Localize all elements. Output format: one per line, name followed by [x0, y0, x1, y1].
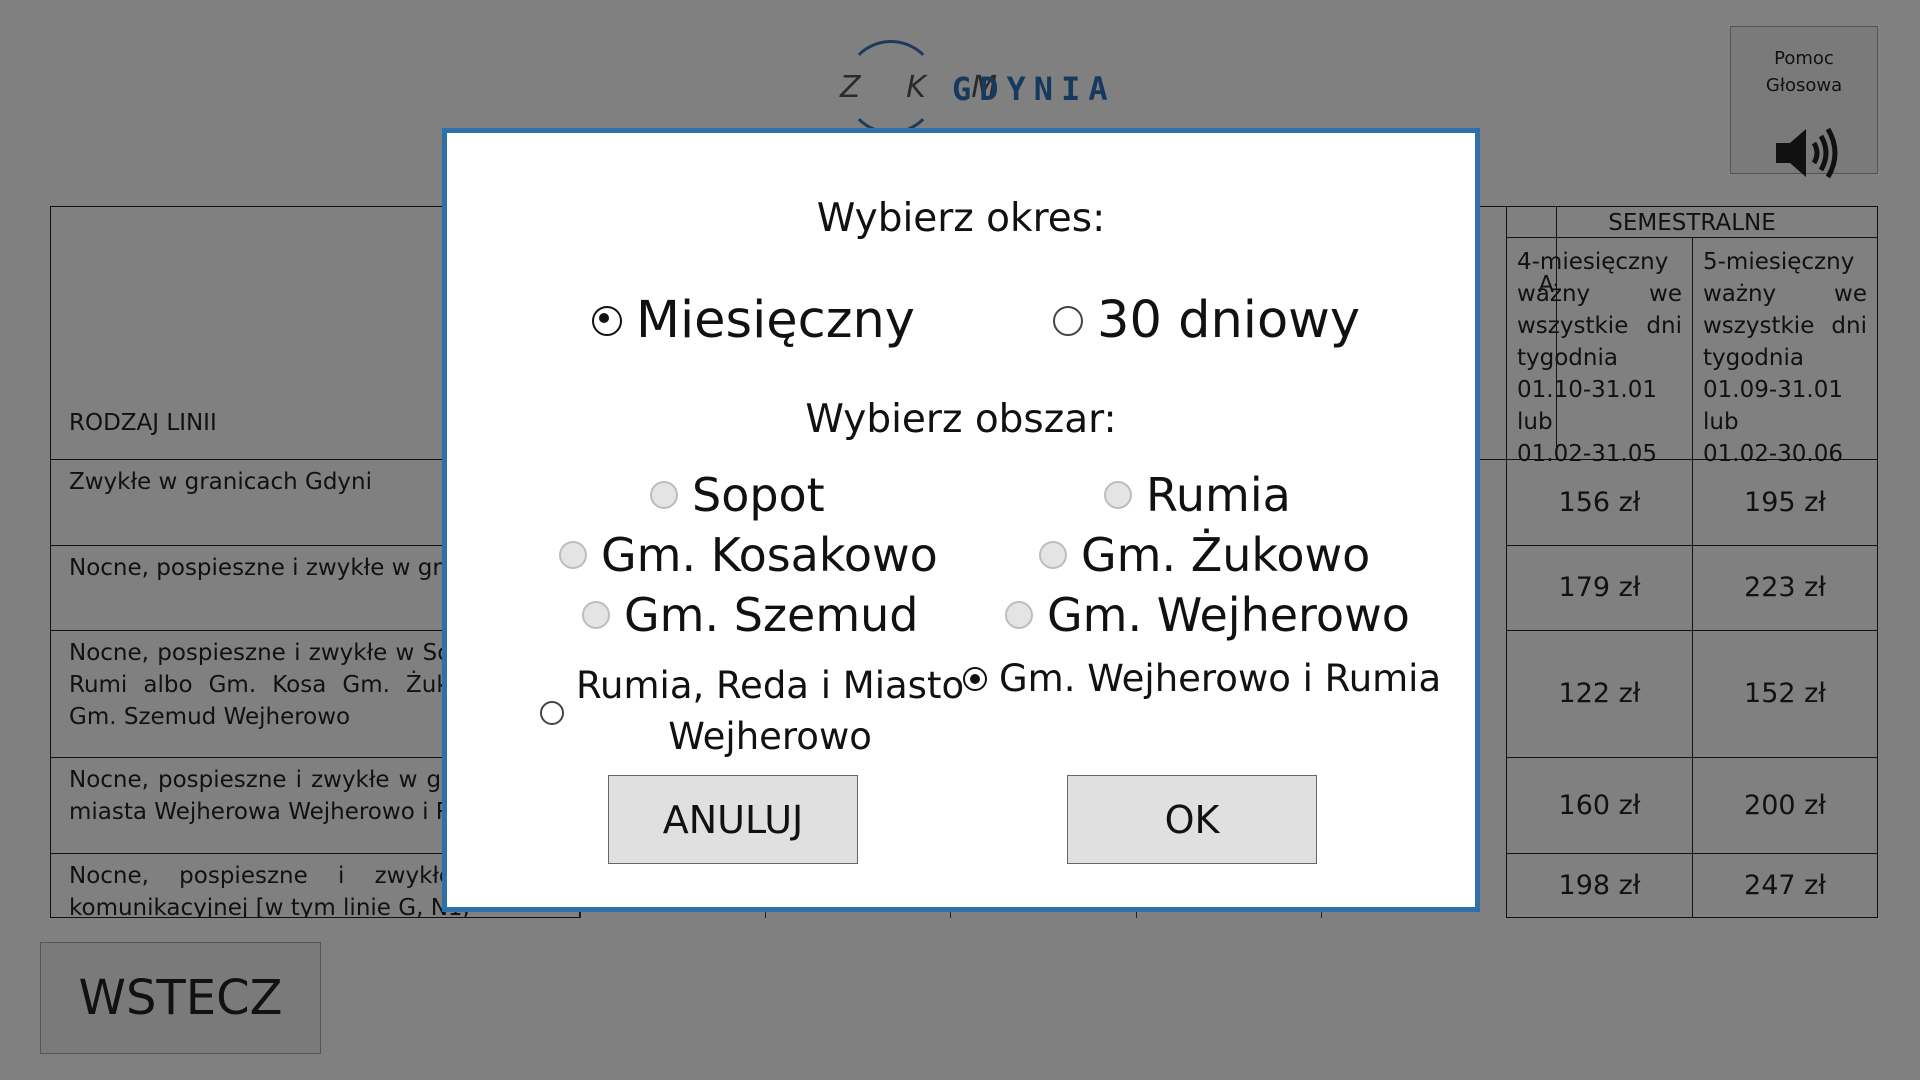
radio-disabled-icon: [559, 541, 587, 569]
radio-unselected-icon: [540, 701, 564, 725]
period-option-30-days[interactable]: 30 dniowy: [1053, 291, 1360, 350]
radio-selected-icon: [592, 305, 622, 336]
zkm-gdynia-logo: Z K M GDYNIA: [840, 40, 1108, 134]
price-cell: 179 zł: [1506, 545, 1693, 631]
price-cell: 122 zł: [1506, 630, 1693, 758]
back-button[interactable]: WSTECZ: [40, 942, 321, 1054]
period-option-monthly[interactable]: Miesięczny: [592, 291, 915, 350]
area-title: Wybierz obszar:: [805, 397, 1117, 442]
ticket-options-dialog: Wybierz okres: Miesięczny 30 dniowy Wybi…: [442, 128, 1480, 912]
radio-disabled-icon: [1005, 601, 1033, 629]
speaker-icon: [1776, 127, 1838, 179]
cancel-button[interactable]: ANULUJ: [608, 775, 858, 864]
voice-help-label: Pomoc Głosowa: [1765, 48, 1843, 96]
price-cell: 160 zł: [1506, 757, 1693, 854]
period-title: Wybierz okres:: [816, 196, 1106, 241]
area-option-wejherowo-rumia[interactable]: Gm. Wejherowo i Rumia: [963, 657, 1441, 700]
price-cell: 247 zł: [1692, 853, 1878, 918]
area-option-sopot[interactable]: Sopot: [650, 468, 825, 522]
radio-disabled-icon: [582, 601, 610, 629]
area-option-rumia-reda-wejherowo[interactable]: Rumia, Reda i Miasto Wejherowo: [540, 660, 964, 762]
header-4-month: 4-miesięczny ważny we wszystkie dni tygo…: [1506, 237, 1693, 467]
ok-button[interactable]: OK: [1067, 775, 1317, 864]
price-cell: 198 zł: [1506, 853, 1693, 918]
price-cell: 223 zł: [1692, 545, 1878, 631]
area-option-wejherowo[interactable]: Gm. Wejherowo: [1005, 588, 1410, 642]
price-cell: 200 zł: [1692, 757, 1878, 854]
area-option-rumia[interactable]: Rumia: [1104, 468, 1291, 522]
header-semester: SEMESTRALNE: [1506, 206, 1878, 238]
price-cell: 156 zł: [1506, 459, 1693, 546]
radio-disabled-icon: [1039, 541, 1067, 569]
radio-disabled-icon: [1104, 481, 1132, 509]
radio-disabled-icon: [650, 481, 678, 509]
price-cell: 195 zł: [1692, 459, 1878, 546]
area-option-szemud[interactable]: Gm. Szemud: [582, 588, 919, 642]
price-cell: 152 zł: [1692, 630, 1878, 758]
radio-unselected-icon: [1053, 305, 1083, 336]
area-option-zukowo[interactable]: Gm. Żukowo: [1039, 528, 1370, 582]
radio-selected-icon: [963, 666, 987, 691]
logo-city: GDYNIA: [952, 70, 1116, 108]
header-5-month: 5-miesięczny ważny we wszystkie dni tygo…: [1692, 237, 1878, 467]
area-option-kosakowo[interactable]: Gm. Kosakowo: [559, 528, 938, 582]
voice-help-button[interactable]: Pomoc Głosowa: [1730, 26, 1878, 179]
